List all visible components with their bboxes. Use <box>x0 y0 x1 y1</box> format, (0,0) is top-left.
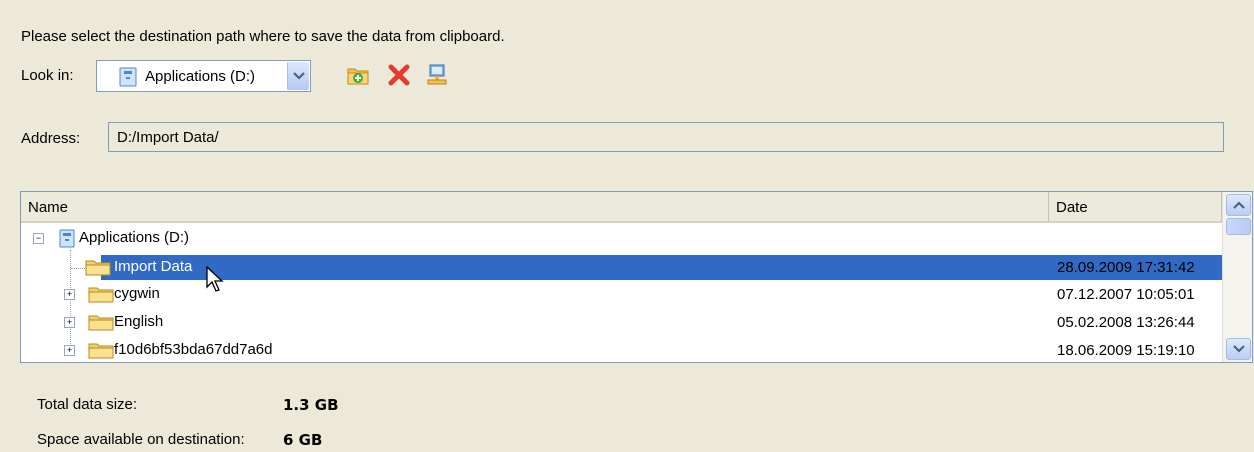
new-folder-icon[interactable] <box>345 62 371 88</box>
tree-root-row[interactable]: − Applications (D:) <box>21 226 1222 251</box>
column-header-date[interactable]: Date <box>1049 192 1222 223</box>
tree-row-label: English <box>114 313 164 330</box>
tree-row-label: cygwin <box>114 285 160 302</box>
total-size-label: Total data size: <box>37 396 138 413</box>
scroll-up-icon[interactable] <box>1226 194 1251 216</box>
chevron-down-icon[interactable] <box>287 62 309 90</box>
tree-row-date: 05.02.2008 13:26:44 <box>1057 314 1195 331</box>
delete-icon[interactable] <box>386 62 412 88</box>
address-label: Address: <box>21 130 81 147</box>
total-size-value: 1.3 GB <box>283 396 339 414</box>
collapse-icon[interactable]: − <box>33 233 44 244</box>
expand-icon[interactable]: + <box>64 317 75 328</box>
folder-icon <box>88 313 114 335</box>
instruction-text: Please select the destination path where… <box>21 28 505 45</box>
tree-root-label: Applications (D:) <box>79 229 190 246</box>
column-header-name[interactable]: Name <box>21 192 1049 223</box>
look-in-label: Look in: <box>21 67 74 84</box>
address-field[interactable]: D:/Import Data/ <box>108 122 1224 152</box>
tree-row[interactable]: Import Data 28.09.2009 17:31:42 <box>21 255 1222 280</box>
network-icon[interactable] <box>424 62 450 88</box>
tree-row-label: Import Data <box>114 258 193 275</box>
expand-icon[interactable]: + <box>64 345 75 356</box>
look-in-dropdown[interactable]: Applications (D:) <box>96 60 311 92</box>
drive-icon <box>59 229 75 252</box>
tree-row[interactable]: + English 05.02.2008 13:26:44 <box>21 310 1222 335</box>
tree-row[interactable]: + cygwin 07.12.2007 10:05:01 <box>21 282 1222 307</box>
tree-row-date: 07.12.2007 10:05:01 <box>1057 286 1195 303</box>
mouse-pointer-icon <box>206 265 226 298</box>
look-in-value: Applications (D:) <box>145 68 256 85</box>
folder-icon <box>88 341 114 362</box>
scrollbar-thumb[interactable] <box>1226 218 1251 235</box>
selection-highlight <box>101 255 1222 280</box>
address-value: D:/Import Data/ <box>117 129 219 146</box>
expand-icon[interactable]: + <box>64 289 75 300</box>
vertical-scrollbar[interactable] <box>1222 192 1252 362</box>
tree-row-date: 18.06.2009 15:19:10 <box>1057 342 1195 359</box>
tree-row[interactable]: + f10d6bf53bda67dd7a6d 18.06.2009 15:19:… <box>21 338 1222 362</box>
folder-tree-list[interactable]: Name Date − Applications (D:) Import Dat… <box>20 191 1253 363</box>
folder-icon <box>88 285 114 307</box>
tree-row-date: 28.09.2009 17:31:42 <box>1057 259 1195 276</box>
space-available-value: 6 GB <box>283 431 323 449</box>
folder-icon <box>85 258 111 280</box>
drive-icon <box>119 67 137 91</box>
tree-row-label: f10d6bf53bda67dd7a6d <box>114 341 273 358</box>
scroll-down-icon[interactable] <box>1226 338 1251 360</box>
space-available-label: Space available on destination: <box>37 431 245 448</box>
